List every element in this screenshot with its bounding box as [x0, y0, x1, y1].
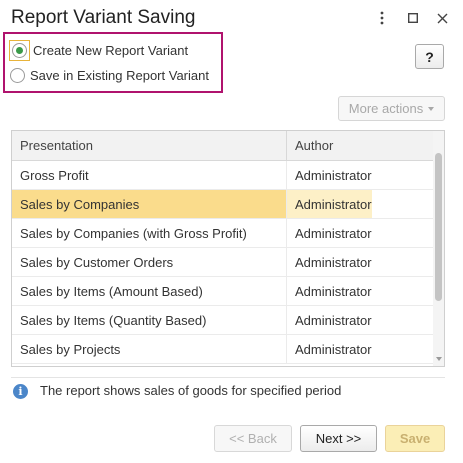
save-button[interactable]: Save [385, 425, 445, 452]
table-row[interactable]: Sales by Customer Orders Administrator [12, 248, 433, 277]
help-button[interactable]: ? [415, 44, 444, 69]
more-actions-button[interactable]: More actions [338, 96, 445, 121]
report-description: The report shows sales of goods for spec… [40, 383, 342, 398]
cell-presentation: Sales by Items (Quantity Based) [12, 306, 287, 334]
table-scrollbar[interactable] [433, 131, 444, 366]
table-header: Presentation Author [12, 131, 433, 161]
radio-save-existing[interactable]: Save in Existing Report Variant [10, 68, 209, 83]
table-row[interactable]: Sales by Projects Administrator [12, 335, 433, 364]
scrollbar-thumb[interactable] [435, 153, 442, 301]
info-icon: i [13, 384, 28, 399]
table-row[interactable]: Sales by Items (Quantity Based) Administ… [12, 306, 433, 335]
column-header-author[interactable]: Author [287, 131, 333, 160]
cell-author: Administrator [287, 190, 372, 218]
cell-presentation: Sales by Projects [12, 335, 287, 363]
more-options-icon[interactable] [372, 8, 392, 28]
cell-author: Administrator [295, 226, 372, 241]
more-actions-label: More actions [348, 101, 424, 116]
window-title: Report Variant Saving [11, 7, 196, 28]
next-button[interactable]: Next >> [300, 425, 377, 452]
cell-author: Administrator [295, 284, 372, 299]
table-row[interactable]: Sales by Companies (with Gross Profit) A… [12, 219, 433, 248]
radio-focus-frame [9, 40, 30, 61]
cell-presentation: Sales by Items (Amount Based) [12, 277, 287, 305]
radio-create-new[interactable]: Create New Report Variant [9, 40, 189, 61]
cell-presentation: Sales by Companies (with Gross Profit) [12, 219, 287, 247]
cell-presentation: Sales by Customer Orders [12, 248, 287, 276]
cell-author: Administrator [295, 168, 372, 183]
cell-presentation: Sales by Companies [12, 190, 287, 218]
radio-save-existing-label: Save in Existing Report Variant [30, 68, 209, 83]
cell-author: Administrator [295, 255, 372, 270]
chevron-down-icon [428, 106, 435, 111]
radio-button-unchecked[interactable] [10, 68, 25, 83]
maximize-icon[interactable] [403, 8, 423, 28]
cell-presentation: Gross Profit [12, 161, 287, 189]
table-row-selected[interactable]: Sales by Companies Administrator [12, 190, 433, 219]
cell-author: Administrator [295, 342, 372, 357]
radio-button-checked[interactable] [12, 43, 27, 58]
variants-table: Presentation Author Gross Profit Adminis… [11, 130, 445, 367]
table-row[interactable]: Sales by Items (Amount Based) Administra… [12, 277, 433, 306]
close-icon[interactable] [432, 8, 452, 28]
divider [11, 377, 445, 378]
scroll-down-icon[interactable] [436, 357, 442, 361]
table-row[interactable]: Gross Profit Administrator [12, 161, 433, 190]
column-header-presentation[interactable]: Presentation [12, 131, 287, 160]
cell-author: Administrator [295, 313, 372, 328]
back-button[interactable]: << Back [214, 425, 292, 452]
radio-create-new-label: Create New Report Variant [33, 43, 189, 58]
